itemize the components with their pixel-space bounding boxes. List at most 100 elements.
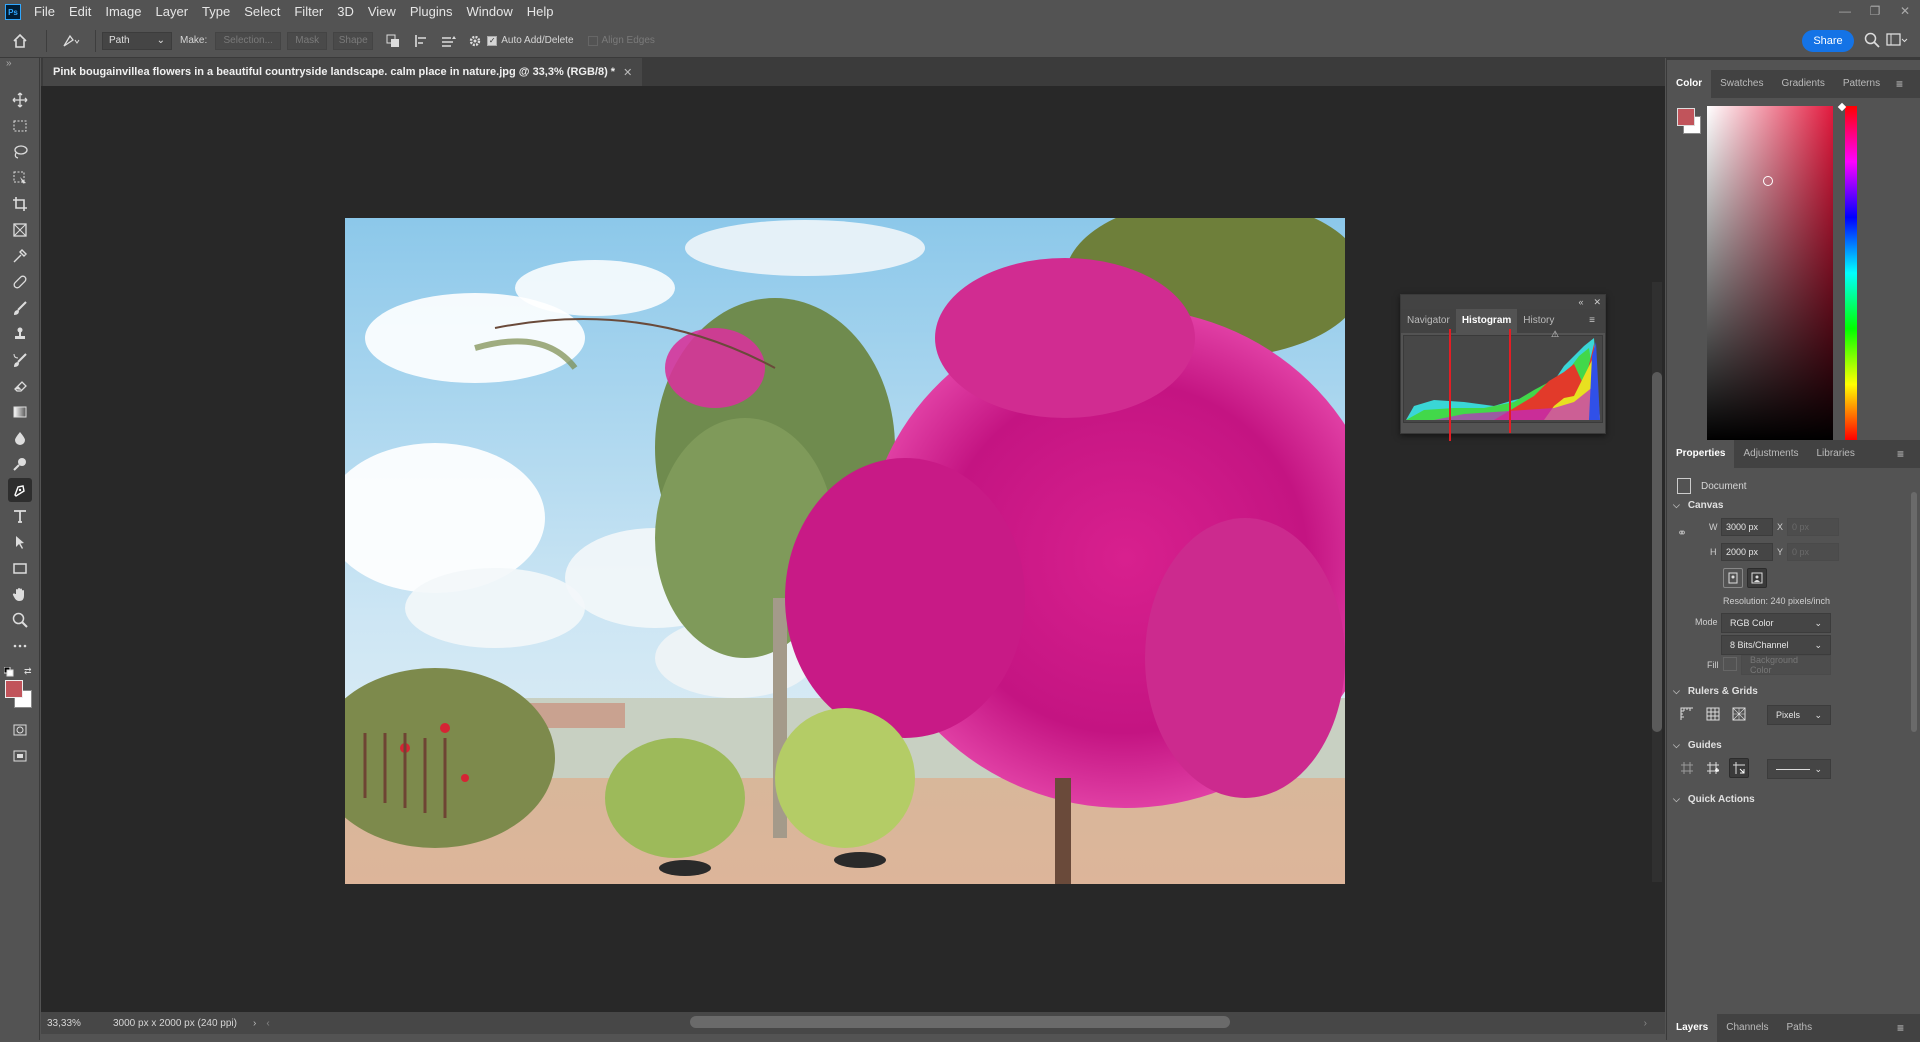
bit-depth-dropdown[interactable]: 8 Bits/Channel ⌄ <box>1721 635 1831 655</box>
brush-tool-icon[interactable] <box>8 296 32 320</box>
ruler-units-dropdown[interactable]: Pixels ⌄ <box>1767 705 1831 725</box>
document-tab[interactable]: Pink bougainvillea flowers in a beautifu… <box>43 58 643 86</box>
menu-type[interactable]: Type <box>195 0 237 24</box>
canvas-height-field[interactable]: 2000 px <box>1721 543 1773 561</box>
screen-mode-icon[interactable] <box>8 744 32 768</box>
eraser-tool-icon[interactable] <box>8 374 32 398</box>
status-chevron-right-icon[interactable]: › <box>253 1018 256 1029</box>
blur-tool-icon[interactable] <box>8 426 32 450</box>
make-mask-button[interactable]: Mask <box>287 31 328 50</box>
tab-navigator[interactable]: Navigator <box>1401 309 1456 333</box>
lasso-tool-icon[interactable] <box>8 140 32 164</box>
properties-scrollbar-thumb[interactable] <box>1911 492 1917 732</box>
pen-mode-select[interactable]: Path ⌄ <box>102 31 172 50</box>
tab-paths[interactable]: Paths <box>1778 1014 1822 1042</box>
tab-gradients[interactable]: Gradients <box>1772 70 1833 98</box>
canvas-width-field[interactable]: 3000 px <box>1721 518 1773 536</box>
fill-color-swatch[interactable] <box>1723 657 1737 671</box>
healing-brush-tool-icon[interactable] <box>8 270 32 294</box>
search-icon[interactable] <box>1864 32 1880 51</box>
history-brush-tool-icon[interactable] <box>8 348 32 372</box>
swap-colors-icon[interactable]: ⇄ <box>24 666 32 677</box>
home-icon[interactable] <box>0 30 40 52</box>
rulers-grids-section-header[interactable]: ⌵ Rulers & Grids <box>1673 686 1758 697</box>
link-dimensions-icon[interactable]: ⚭ <box>1677 526 1687 540</box>
horizontal-scrollbar-thumb[interactable] <box>690 1016 1230 1028</box>
path-alignment-icon[interactable] <box>407 30 435 52</box>
menu-help[interactable]: Help <box>520 0 561 24</box>
portrait-orientation-icon[interactable] <box>1723 568 1743 588</box>
guides-section-header[interactable]: ⌵ Guides <box>1673 740 1722 751</box>
menu-select[interactable]: Select <box>237 0 287 24</box>
new-guide-icon[interactable] <box>1703 758 1723 778</box>
path-selection-tool-icon[interactable] <box>8 530 32 554</box>
zoom-tool-icon[interactable] <box>8 608 32 632</box>
dodge-tool-icon[interactable] <box>8 452 32 476</box>
grid-icon[interactable] <box>1703 704 1723 724</box>
tab-color[interactable]: Color <box>1667 70 1712 98</box>
canvas-image[interactable] <box>345 218 1345 884</box>
fill-dropdown[interactable]: Background Color <box>1741 655 1831 675</box>
eyedropper-tool-icon[interactable] <box>8 244 32 268</box>
vertical-scrollbar-thumb[interactable] <box>1652 372 1662 732</box>
menu-image[interactable]: Image <box>98 0 148 24</box>
menu-layer[interactable]: Layer <box>149 0 196 24</box>
tab-layers[interactable]: Layers <box>1667 1014 1718 1042</box>
workspace-icon[interactable] <box>1886 32 1908 51</box>
canvas-x-field[interactable]: 0 px <box>1787 518 1839 536</box>
crop-tool-icon[interactable] <box>8 192 32 216</box>
share-button[interactable]: Share <box>1802 30 1854 52</box>
tab-libraries[interactable]: Libraries <box>1808 440 1864 468</box>
gear-icon[interactable] <box>463 30 487 52</box>
collapse-panel-icon[interactable]: « <box>1578 297 1583 307</box>
color-panel-menu-icon[interactable]: ≡ <box>1887 70 1912 98</box>
frame-tool-icon[interactable] <box>8 218 32 242</box>
pen-tool-icon[interactable] <box>8 478 32 502</box>
guides-from-shape-icon[interactable] <box>1729 758 1749 778</box>
color-foreground-swatch[interactable] <box>1677 108 1695 126</box>
menu-view[interactable]: View <box>361 0 403 24</box>
layers-menu-icon[interactable]: ≡ <box>1888 1014 1913 1042</box>
menu-window[interactable]: Window <box>459 0 519 24</box>
scroll-left-icon[interactable]: ‹ <box>266 1018 269 1029</box>
path-arrangement-icon[interactable] <box>435 30 463 52</box>
canvas-section-header[interactable]: ⌵ Canvas <box>1673 500 1723 511</box>
make-selection-button[interactable]: Selection... <box>215 31 282 50</box>
guide-style-dropdown[interactable]: ⌄ <box>1767 759 1831 779</box>
close-window-icon[interactable]: ✕ <box>1890 0 1920 22</box>
auto-add-delete-checkbox[interactable]: ✓ <box>487 35 498 46</box>
path-operations-icon[interactable] <box>379 30 407 52</box>
default-colors-icon[interactable] <box>3 666 14 680</box>
more-tools-icon[interactable] <box>8 634 32 658</box>
hand-tool-icon[interactable] <box>8 582 32 606</box>
landscape-orientation-icon[interactable] <box>1747 568 1767 588</box>
canvas-y-field[interactable]: 0 px <box>1787 543 1839 561</box>
make-shape-button[interactable]: Shape <box>333 31 374 50</box>
ruler-icon[interactable] <box>1677 704 1697 724</box>
color-picker-field[interactable] <box>1707 106 1833 440</box>
align-edges-checkbox[interactable] <box>587 35 598 46</box>
quick-mask-icon[interactable] <box>8 718 32 742</box>
color-picker-cursor[interactable] <box>1763 176 1773 186</box>
gradient-tool-icon[interactable] <box>8 400 32 424</box>
close-tab-icon[interactable]: ✕ <box>623 66 632 79</box>
menu-edit[interactable]: Edit <box>62 0 98 24</box>
clone-stamp-tool-icon[interactable] <box>8 322 32 346</box>
scroll-right-icon[interactable]: › <box>1644 1018 1647 1029</box>
tab-swatches[interactable]: Swatches <box>1711 70 1772 98</box>
tab-patterns[interactable]: Patterns <box>1834 70 1889 98</box>
hue-slider[interactable] <box>1845 106 1857 440</box>
pixel-grid-icon[interactable] <box>1729 704 1749 724</box>
tab-adjustments[interactable]: Adjustments <box>1734 440 1807 468</box>
guide-layout-icon[interactable] <box>1677 758 1697 778</box>
panel-menu-icon[interactable]: ≡ <box>1583 309 1601 333</box>
move-tool-icon[interactable] <box>8 88 32 112</box>
foreground-color-swatch[interactable] <box>5 680 23 698</box>
rectangle-tool-icon[interactable] <box>8 556 32 580</box>
restore-icon[interactable]: ❐ <box>1860 0 1890 22</box>
object-selection-tool-icon[interactable] <box>8 166 32 190</box>
tab-properties[interactable]: Properties <box>1667 440 1735 468</box>
warning-icon[interactable]: ⚠ <box>1551 329 1559 340</box>
zoom-level[interactable]: 33,33% <box>47 1018 93 1029</box>
properties-menu-icon[interactable]: ≡ <box>1888 440 1913 468</box>
